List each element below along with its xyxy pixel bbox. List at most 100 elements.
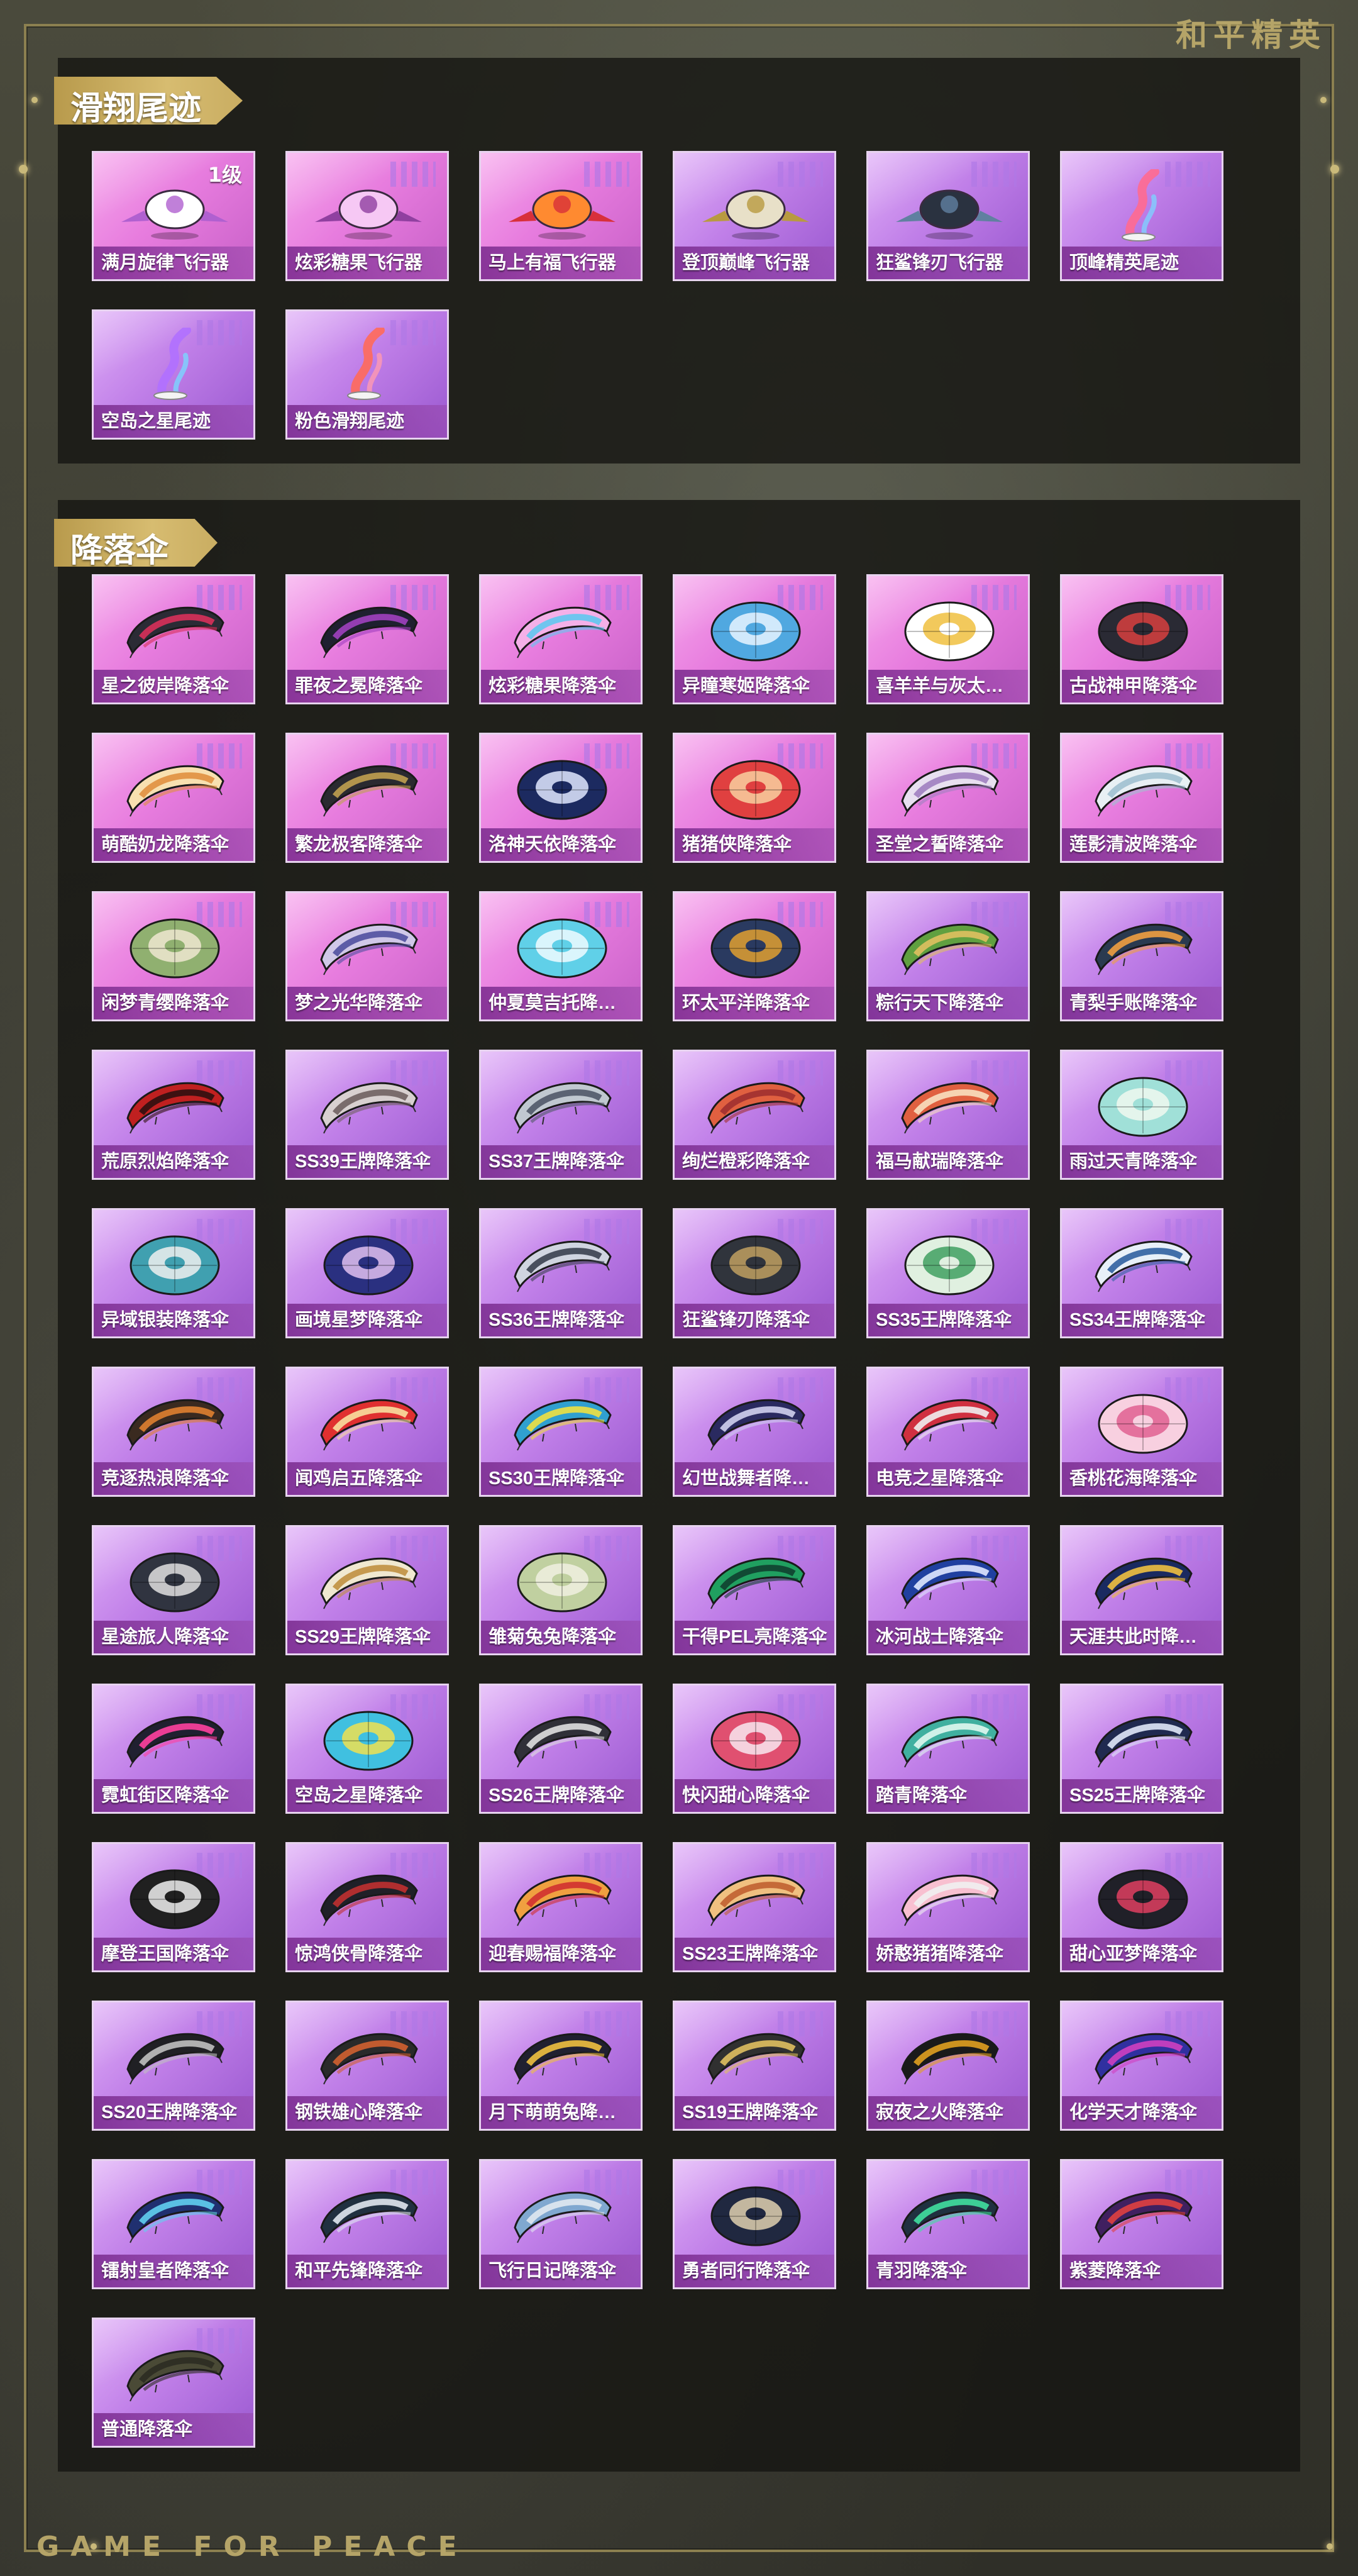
parachute-icon (1087, 1226, 1199, 1299)
parachute-item-card[interactable]: 甜心亚梦降落伞 (1060, 1842, 1223, 1972)
parachute-item-card[interactable]: 福马献瑞降落伞 (866, 1050, 1030, 1180)
parachute-icon (119, 2019, 231, 2092)
parachute-icon (119, 2177, 231, 2250)
parachute-item-card[interactable]: 钢铁雄心降落伞 (285, 2001, 449, 2131)
item-name: 幻世战舞者降… (675, 1462, 834, 1495)
parachute-item-card[interactable]: 雏菊兔兔降落伞 (479, 1525, 643, 1655)
frame-ornament (31, 97, 38, 103)
parachute-item-card[interactable]: 月下萌萌兔降… (479, 2001, 643, 2131)
parachute-item-card[interactable]: 紫菱降落伞 (1060, 2159, 1223, 2289)
parachute-item-card[interactable]: 青羽降落伞 (866, 2159, 1030, 2289)
item-name: 镭射皇者降落伞 (94, 2255, 253, 2287)
glider-item-card[interactable]: 粉色滑翔尾迹 (285, 309, 449, 440)
parachute-item-card[interactable]: 电竞之星降落伞 (866, 1367, 1030, 1497)
parachute-item-card[interactable]: 和平先锋降落伞 (285, 2159, 449, 2289)
parachute-icon (119, 751, 231, 824)
parachute-item-card[interactable]: 繁龙极客降落伞 (285, 733, 449, 863)
glider-item-card[interactable]: 炫彩糖果飞行器 (285, 151, 449, 281)
parachute-item-card[interactable]: 摩登王国降落伞 (92, 1842, 255, 1972)
parachute-item-card[interactable]: SS30王牌降落伞 (479, 1367, 643, 1497)
glider-item-card[interactable]: 空岛之星尾迹 (92, 309, 255, 440)
parachute-item-card[interactable]: 环太平洋降落伞 (673, 891, 836, 1021)
parachute-icon (312, 1543, 424, 1616)
parachute-item-card[interactable]: 镭射皇者降落伞 (92, 2159, 255, 2289)
parachute-item-card[interactable]: 荒原烈焰降落伞 (92, 1050, 255, 1180)
item-name: 异域银装降落伞 (94, 1304, 253, 1336)
parachute-item-card[interactable]: 洛神天依降落伞 (479, 733, 643, 863)
parachute-item-card[interactable]: 香桃花海降落伞 (1060, 1367, 1223, 1497)
glider-item-card[interactable]: 1级 满月旋律飞行器 (92, 151, 255, 281)
parachute-item-card[interactable]: 梦之光华降落伞 (285, 891, 449, 1021)
parachute-item-card[interactable]: 莲影清波降落伞 (1060, 733, 1223, 863)
parachute-item-card[interactable]: 萌酷奶龙降落伞 (92, 733, 255, 863)
parachute-item-card[interactable]: 圣堂之誓降落伞 (866, 733, 1030, 863)
parachute-item-card[interactable]: 青梨手账降落伞 (1060, 891, 1223, 1021)
item-name: 狂鲨锋刃降落伞 (675, 1304, 834, 1336)
parachute-item-card[interactable]: 寂夜之火降落伞 (866, 2001, 1030, 2131)
parachute-item-card[interactable]: 罪夜之冕降落伞 (285, 574, 449, 704)
item-name: 雨过天青降落伞 (1062, 1145, 1222, 1178)
parachute-item-card[interactable]: 喜羊羊与灰太… (866, 574, 1030, 704)
parachute-item-card[interactable]: SS20王牌降落伞 (92, 2001, 255, 2131)
parachute-item-card[interactable]: 粽行天下降落伞 (866, 891, 1030, 1021)
glider-item-card[interactable]: 狂鲨锋刃飞行器 (866, 151, 1030, 281)
item-name: 罪夜之冕降落伞 (287, 670, 447, 702)
parachute-item-card[interactable]: 迎春赐福降落伞 (479, 1842, 643, 1972)
parachute-item-card[interactable]: 普通降落伞 (92, 2318, 255, 2448)
parachute-item-card[interactable]: 炫彩糖果降落伞 (479, 574, 643, 704)
parachute-item-card[interactable]: SS19王牌降落伞 (673, 2001, 836, 2131)
parachute-item-card[interactable]: 仲夏莫吉托降… (479, 891, 643, 1021)
glider-item-card[interactable]: 顶峰精英尾迹 (1060, 151, 1223, 281)
parachute-item-card[interactable]: SS35王牌降落伞 (866, 1208, 1030, 1338)
parachute-item-card[interactable]: SS26王牌降落伞 (479, 1684, 643, 1814)
parachute-item-card[interactable]: 星之彼岸降落伞 (92, 574, 255, 704)
parachute-item-card[interactable]: 天涯共此时降… (1060, 1525, 1223, 1655)
parachute-item-card[interactable]: 娇憨猪猪降落伞 (866, 1842, 1030, 1972)
parachute-item-card[interactable]: 干得PEL亮降落伞 (673, 1525, 836, 1655)
item-name: 福马献瑞降落伞 (868, 1145, 1028, 1178)
parachute-item-card[interactable]: 幻世战舞者降… (673, 1367, 836, 1497)
parachute-item-card[interactable]: 霓虹街区降落伞 (92, 1684, 255, 1814)
item-name: 空岛之星降落伞 (287, 1779, 447, 1812)
parachute-item-card[interactable]: SS37王牌降落伞 (479, 1050, 643, 1180)
glider-item-card[interactable]: 马上有福飞行器 (479, 151, 643, 281)
parachute-item-card[interactable]: SS25王牌降落伞 (1060, 1684, 1223, 1814)
parachute-icon (700, 1702, 812, 1775)
parachute-item-card[interactable]: 化学天才降落伞 (1060, 2001, 1223, 2131)
parachute-item-card[interactable]: SS39王牌降落伞 (285, 1050, 449, 1180)
parachute-item-card[interactable]: 飞行日记降落伞 (479, 2159, 643, 2289)
parachute-item-card[interactable]: 闲梦青缨降落伞 (92, 891, 255, 1021)
parachute-item-card[interactable]: 竞逐热浪降落伞 (92, 1367, 255, 1497)
parachute-item-card[interactable]: SS36王牌降落伞 (479, 1208, 643, 1338)
parachute-icon (1087, 1068, 1199, 1141)
parachute-item-card[interactable]: 星途旅人降落伞 (92, 1525, 255, 1655)
frame-ornament (1330, 165, 1339, 174)
parachute-icon (312, 2177, 424, 2250)
parachute-item-card[interactable]: 空岛之星降落伞 (285, 1684, 449, 1814)
brand-logo: 和平精英 (1176, 17, 1327, 53)
parachute-item-card[interactable]: 快闪甜心降落伞 (673, 1684, 836, 1814)
item-name: SS39王牌降落伞 (287, 1145, 447, 1178)
parachute-item-card[interactable]: 绚烂橙彩降落伞 (673, 1050, 836, 1180)
item-name: 喜羊羊与灰太… (868, 670, 1028, 702)
parachute-item-card[interactable]: 雨过天青降落伞 (1060, 1050, 1223, 1180)
parachute-icon (700, 1543, 812, 1616)
parachute-item-card[interactable]: SS34王牌降落伞 (1060, 1208, 1223, 1338)
parachute-item-card[interactable]: 画境星梦降落伞 (285, 1208, 449, 1338)
parachute-item-card[interactable]: 异瞳寒姬降落伞 (673, 574, 836, 704)
parachute-item-card[interactable]: 踏青降落伞 (866, 1684, 1030, 1814)
parachute-icon (506, 1226, 618, 1299)
parachute-item-card[interactable]: 狂鲨锋刃降落伞 (673, 1208, 836, 1338)
parachute-item-card[interactable]: SS29王牌降落伞 (285, 1525, 449, 1655)
parachute-item-card[interactable]: 古战神甲降落伞 (1060, 574, 1223, 704)
glider-item-card[interactable]: 登顶巅峰飞行器 (673, 151, 836, 281)
parachute-item-card[interactable]: 冰河战士降落伞 (866, 1525, 1030, 1655)
parachute-item-card[interactable]: SS23王牌降落伞 (673, 1842, 836, 1972)
parachute-item-card[interactable]: 勇者同行降落伞 (673, 2159, 836, 2289)
item-name: 青羽降落伞 (868, 2255, 1028, 2287)
parachute-item-card[interactable]: 猪猪侠降落伞 (673, 733, 836, 863)
parachute-item-card[interactable]: 闻鸡启五降落伞 (285, 1367, 449, 1497)
parachute-item-card[interactable]: 异域银装降落伞 (92, 1208, 255, 1338)
parachute-item-card[interactable]: 惊鸿侠骨降落伞 (285, 1842, 449, 1972)
item-name: 雏菊兔兔降落伞 (481, 1621, 641, 1653)
